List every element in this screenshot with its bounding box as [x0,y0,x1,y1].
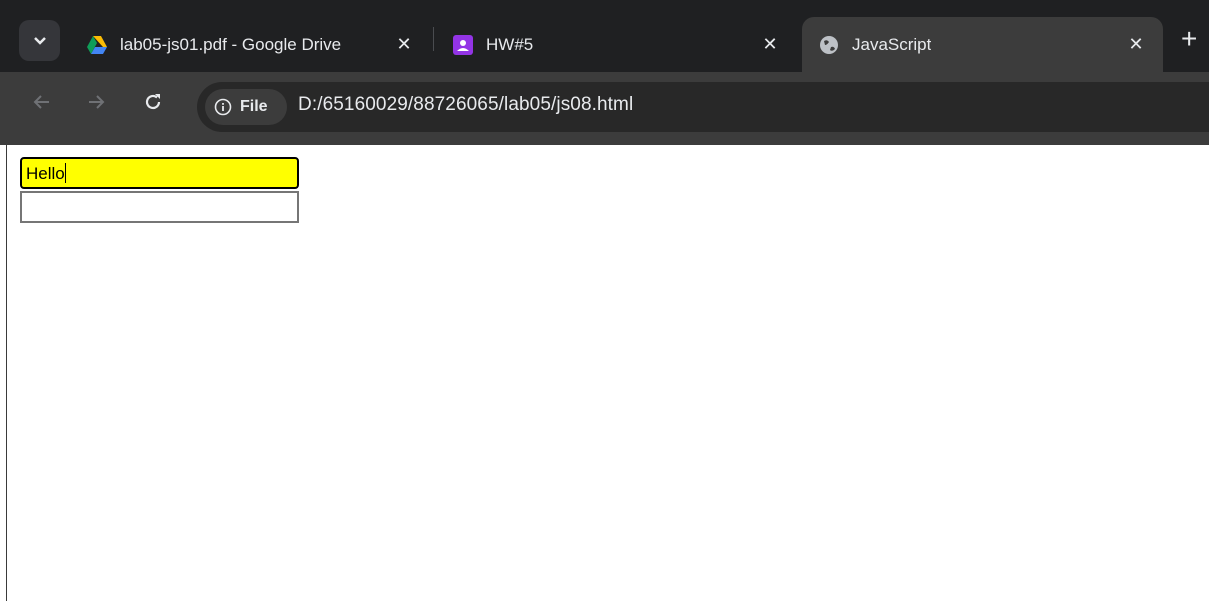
back-button[interactable] [26,86,58,118]
classroom-icon [452,34,474,56]
text-caret [64,163,66,183]
text-input-2[interactable] [20,191,299,223]
arrow-right-icon [89,95,105,109]
text-input-1[interactable]: Hello [20,157,299,189]
forward-button[interactable] [80,86,112,118]
tab-hw5[interactable]: HW#5 ✕ [452,17,792,72]
scheme-label: File [240,98,268,115]
tab-search-button[interactable] [19,20,60,61]
url-text[interactable]: D:/65160029/88726065/lab05/js08.html [298,94,633,116]
tab-divider [433,27,434,51]
reload-button[interactable] [137,86,169,118]
site-info-chip[interactable]: File [205,89,287,125]
close-icon[interactable]: ✕ [1126,34,1146,55]
text-input-1-value: Hello [26,164,65,183]
globe-icon [818,34,840,56]
close-icon[interactable]: ✕ [760,34,780,55]
tab-google-drive[interactable]: lab05-js01.pdf - Google Drive ✕ [86,17,426,72]
viewport-edge [6,145,7,601]
tab-title: HW#5 [486,34,534,54]
close-icon[interactable]: ✕ [394,34,414,55]
reload-icon [145,94,161,110]
chevron-down-icon [33,36,46,45]
info-icon [214,98,232,116]
tab-javascript[interactable]: JavaScript ✕ [818,17,1158,72]
tab-title: JavaScript [852,34,932,54]
tab-title: lab05-js01.pdf - Google Drive [120,34,342,54]
arrow-left-icon [33,95,49,109]
new-tab-button[interactable]: + [1181,25,1209,53]
google-drive-icon [86,34,108,56]
